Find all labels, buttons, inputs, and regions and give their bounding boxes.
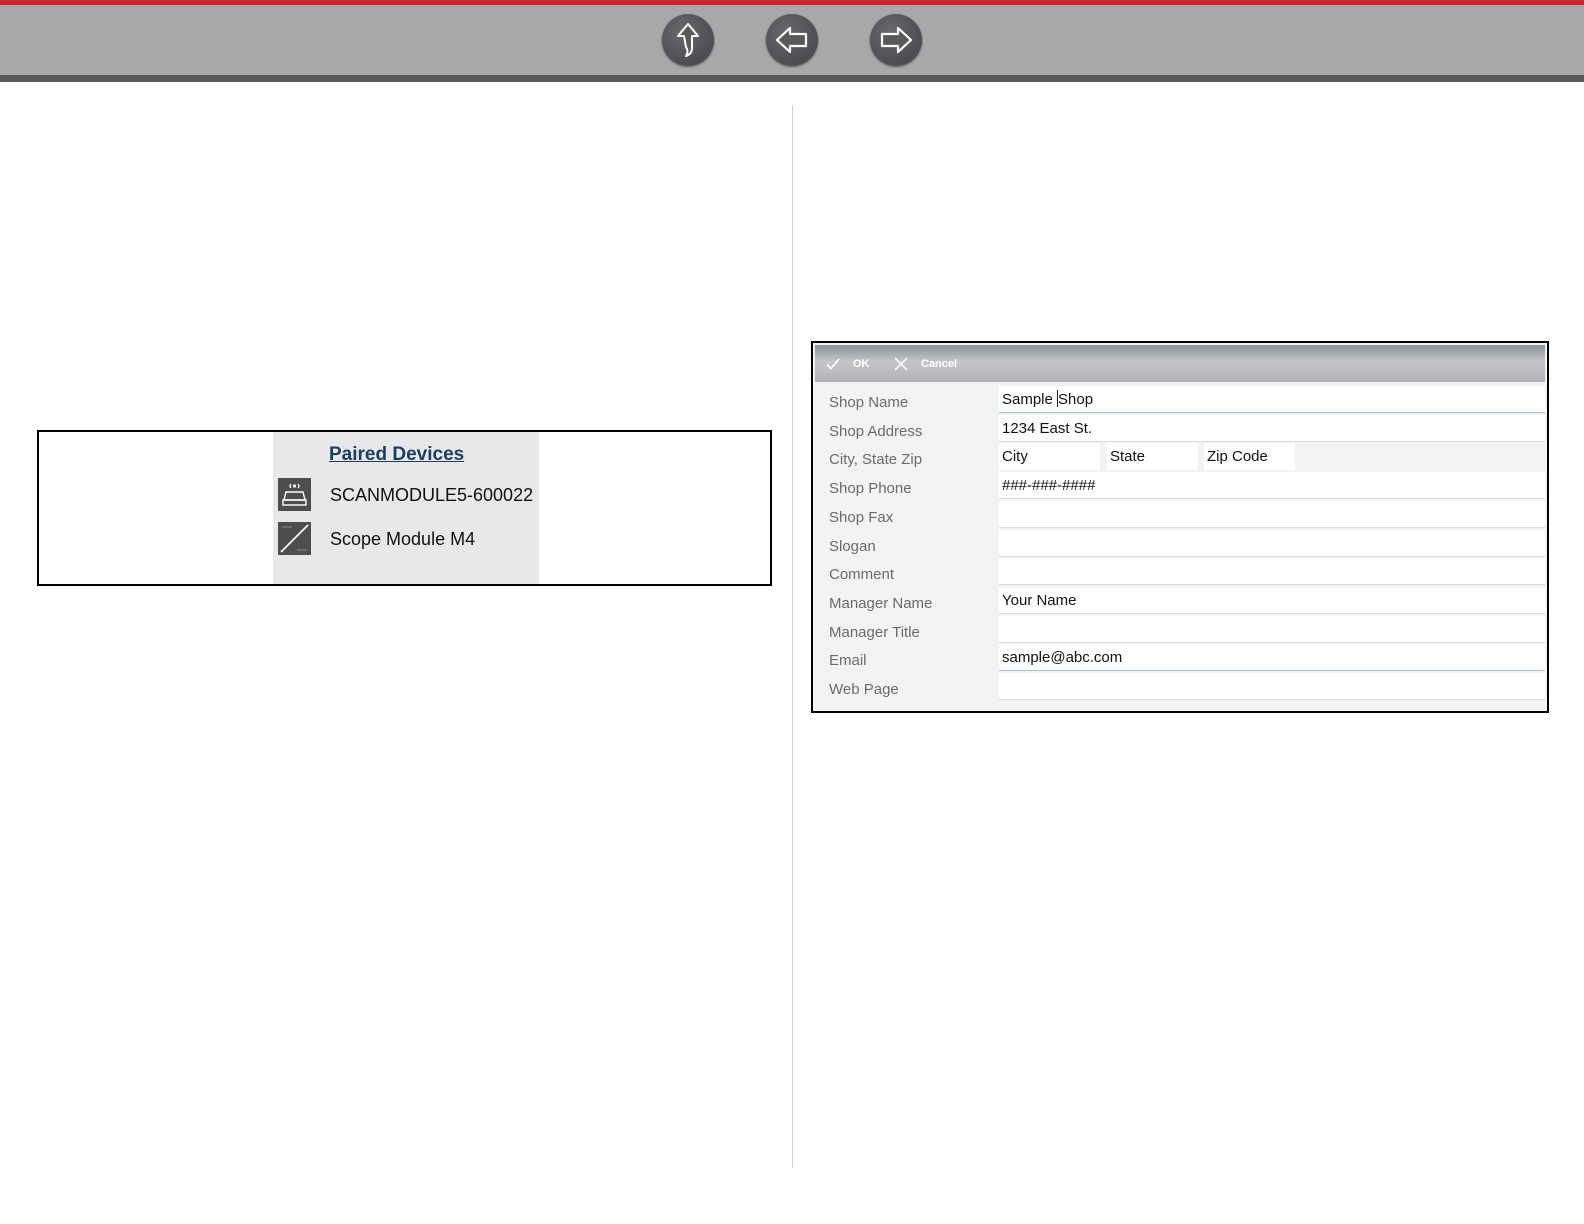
email-label: Email [829,652,867,670]
ok-button[interactable]: OK [825,345,870,382]
left-arrow-icon [775,26,808,54]
device-label: SCANMODULE5-600022 [330,485,534,505]
top-bar-bottom-line [0,75,1584,82]
shop-name-label: Shop Name [829,394,909,411]
city-field[interactable]: City [999,443,1100,471]
shop-phone-label: Shop Phone [829,480,912,498]
form-row-comment: Comment [815,558,1545,587]
cancel-label: Cancel [921,357,958,370]
up-button[interactable] [662,14,714,66]
top-navigation-bar [0,0,1584,82]
manager-title-label: Manager Title [829,623,920,641]
slogan-field[interactable] [999,529,1545,557]
form-row-shop-phone: Shop Phone ###-###-#### [815,472,1545,501]
form-row-shop-address: Shop Address 1234 East St. [815,414,1545,444]
zip-code-field[interactable]: Zip Code [1204,443,1295,471]
shop-phone-field[interactable]: ###-###-#### [999,472,1545,500]
shop-name-field[interactable]: Sample Shop [999,386,1545,413]
paired-devices-title[interactable]: Paired Devices [329,444,464,466]
web-page-label: Web Page [829,681,899,698]
shop-info-form-figure: OK Cancel Shop Name Sample Shop Shop Add… [811,341,1549,713]
forward-button[interactable] [870,14,922,66]
check-icon [826,357,840,370]
shop-name-value-start: Sample [1002,391,1058,408]
state-field[interactable]: State [1107,443,1198,471]
right-arrow-icon [880,26,913,54]
form-row-email: Email sample@abc.com [815,644,1545,673]
form-row-manager-title: Manager Title [815,615,1545,645]
device-row-scan-module[interactable]: SCANMODULE5-600022 [278,478,536,514]
form-row-slogan: Slogan [815,529,1545,559]
form-row-city-state-zip: City, State Zip City State Zip Code [815,443,1545,472]
form-row-shop-fax: Shop Fax [815,500,1545,530]
shop-address-field[interactable]: 1234 East St. [999,414,1545,442]
shop-address-label: Shop Address [829,422,923,440]
slogan-label: Slogan [829,537,876,555]
column-divider [792,105,793,1168]
scope-module-icon [278,522,311,555]
paired-devices-figure: Paired Devices SCANMODULE5-600022 Scope … [37,430,772,586]
city-state-zip-label: City, State Zip [829,451,923,469]
email-field[interactable]: sample@abc.com [999,644,1545,672]
ok-label: OK [853,357,870,370]
back-button[interactable] [766,14,818,66]
comment-field[interactable] [999,558,1545,586]
form-row-web-page: Web Page [815,673,1545,702]
close-icon [894,356,908,371]
shop-fax-field[interactable] [999,500,1545,528]
cancel-button[interactable]: Cancel [893,345,957,382]
scan-module-icon [278,478,311,511]
web-page-field[interactable] [999,673,1545,700]
up-arrow-icon [677,23,699,57]
device-label: Scope Module M4 [330,529,476,549]
form-toolbar: OK Cancel [815,345,1545,382]
manager-name-field[interactable]: Your Name [999,586,1545,614]
shop-fax-label: Shop Fax [829,508,894,526]
manager-title-field[interactable] [999,615,1545,643]
manager-name-label: Manager Name [829,594,933,612]
form-row-manager-name: Manager Name Your Name [815,586,1545,616]
top-accent-line [0,0,1584,5]
device-row-scope-module[interactable]: Scope Module M4 [278,522,536,558]
paired-devices-panel: Paired Devices SCANMODULE5-600022 Scope … [273,432,539,584]
form-row-shop-name: Shop Name Sample Shop [815,386,1545,415]
shop-name-value-end: Shop [1058,391,1094,408]
comment-label: Comment [829,566,895,584]
